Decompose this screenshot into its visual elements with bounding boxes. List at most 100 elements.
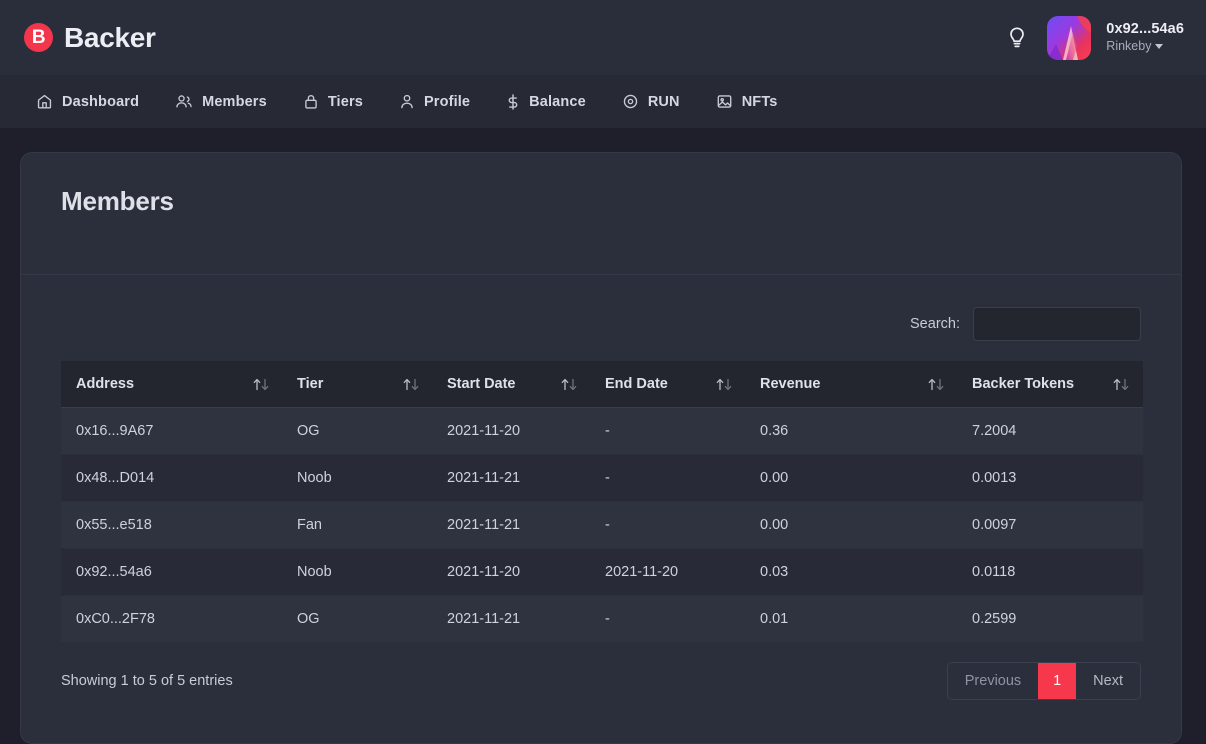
nav-item-run[interactable]: RUN: [604, 75, 698, 128]
table-body: 0x16...9A67 OG 2021-11-20 - 0.36 7.2004 …: [61, 407, 1143, 643]
sort-icon: [1113, 378, 1129, 391]
card-body: Search: Address Tier Start Date End Date…: [21, 275, 1181, 700]
cell-backer-tokens: 7.2004: [972, 423, 1017, 439]
cell-address: 0x92...54a6: [76, 564, 152, 580]
cell-revenue: 0.00: [760, 470, 789, 486]
cell-backer-tokens: 0.2599: [972, 611, 1017, 627]
cell-tier: Noob: [297, 564, 332, 580]
nav-label: Dashboard: [62, 93, 140, 110]
pagination: Previous 1 Next: [946, 662, 1141, 700]
card-header: Members: [21, 153, 1181, 275]
cell-address: 0x48...D014: [76, 470, 155, 486]
home-icon: [36, 93, 53, 110]
cell-address: 0x16...9A67: [76, 423, 154, 439]
column-header-address[interactable]: Address: [61, 361, 283, 408]
dollar-icon: [506, 93, 520, 111]
table-row[interactable]: 0x55...e518 Fan 2021-11-21 - 0.00 0.0097: [61, 501, 1143, 549]
cell-address: 0x55...e518: [76, 517, 152, 533]
column-header-revenue[interactable]: Revenue: [746, 361, 958, 408]
column-header-tier[interactable]: Tier: [283, 361, 433, 408]
search-input[interactable]: [973, 307, 1141, 341]
cell-tier: Fan: [297, 517, 322, 533]
table-row[interactable]: 0x48...D014 Noob 2021-11-21 - 0.00 0.001…: [61, 454, 1143, 502]
nav-label: Balance: [529, 93, 586, 110]
search-row: Search:: [61, 293, 1141, 361]
cell-start-date: 2021-11-20: [447, 564, 521, 580]
cell-backer-tokens: 0.0097: [972, 517, 1017, 533]
nav-item-members[interactable]: Members: [157, 75, 285, 128]
lightbulb-icon[interactable]: [1002, 23, 1032, 53]
column-label: Revenue: [760, 376, 821, 392]
account-info[interactable]: 0x92...54a6 Rinkeby: [1106, 20, 1184, 55]
nav-item-profile[interactable]: Profile: [381, 75, 488, 128]
column-label: Tier: [297, 376, 324, 392]
column-header-start-date[interactable]: Start Date: [433, 361, 591, 408]
header-right-group: 0x92...54a6 Rinkeby: [1002, 15, 1184, 60]
cell-end-date: -: [605, 517, 610, 533]
users-icon: [175, 93, 193, 110]
pagination-next-button[interactable]: Next: [1076, 663, 1140, 699]
cell-start-date: 2021-11-21: [447, 517, 521, 533]
account-network[interactable]: Rinkeby: [1106, 39, 1184, 55]
cell-revenue: 0.01: [760, 611, 789, 627]
cell-revenue: 0.36: [760, 423, 789, 439]
table-header-row: Address Tier Start Date End Date Revenue…: [61, 361, 1143, 408]
cell-tier: OG: [297, 423, 320, 439]
entries-info: Showing 1 to 5 of 5 entries: [61, 673, 233, 689]
table-row[interactable]: 0x92...54a6 Noob 2021-11-20 2021-11-20 0…: [61, 548, 1143, 596]
search-label: Search:: [910, 316, 960, 332]
cell-backer-tokens: 0.0118: [972, 564, 1016, 580]
nav-item-dashboard[interactable]: Dashboard: [18, 75, 157, 128]
top-header: B Backer 0x92...54a6 Rinkeby: [0, 0, 1206, 75]
target-icon: [622, 93, 639, 110]
cell-address: 0xC0...2F78: [76, 611, 155, 627]
avatar[interactable]: [1047, 15, 1092, 60]
pagination-previous-button[interactable]: Previous: [948, 663, 1038, 699]
page-content: Members Search: Address Tier Start Date …: [0, 128, 1206, 744]
members-card: Members Search: Address Tier Start Date …: [20, 152, 1182, 744]
cell-end-date: -: [605, 611, 610, 627]
cell-backer-tokens: 0.0013: [972, 470, 1017, 486]
nav-label: RUN: [647, 93, 680, 110]
cell-tier: OG: [297, 611, 320, 627]
chevron-down-icon: [1155, 44, 1164, 50]
column-label: Address: [76, 376, 135, 392]
cell-start-date: 2021-11-20: [447, 423, 521, 439]
table-row[interactable]: 0x16...9A67 OG 2021-11-20 - 0.36 7.2004: [61, 407, 1143, 455]
column-label: End Date: [605, 376, 668, 392]
table-header: Address Tier Start Date End Date Revenue…: [61, 361, 1143, 408]
main-navigation: Dashboard Members Tiers Profile Balance …: [0, 75, 1206, 128]
brand-logo[interactable]: B Backer: [24, 22, 156, 54]
network-label: Rinkeby: [1106, 39, 1152, 54]
sort-icon: [716, 378, 732, 391]
cell-start-date: 2021-11-21: [447, 611, 521, 627]
nav-label: Profile: [423, 93, 471, 110]
cell-end-date: 2021-11-20: [605, 564, 679, 580]
column-label: Start Date: [447, 376, 516, 392]
cell-end-date: -: [605, 423, 610, 439]
pagination-page-1-button[interactable]: 1: [1038, 663, 1077, 699]
nav-item-tiers[interactable]: Tiers: [285, 75, 381, 128]
account-address: 0x92...54a6: [1106, 21, 1184, 38]
nav-label: NFTs: [741, 93, 778, 110]
backer-logo-icon: B: [24, 23, 53, 52]
column-header-end-date[interactable]: End Date: [591, 361, 746, 408]
cell-revenue: 0.00: [760, 517, 789, 533]
column-label: Backer Tokens: [972, 376, 1075, 392]
image-icon: [716, 93, 733, 110]
brand-name: Backer: [64, 21, 156, 53]
nav-label: Members: [202, 93, 267, 110]
sort-icon: [928, 378, 944, 391]
table-row[interactable]: 0xC0...2F78 OG 2021-11-21 - 0.01 0.2599: [61, 595, 1143, 643]
lock-icon: [303, 93, 319, 110]
sort-icon: [561, 378, 577, 391]
cell-end-date: -: [605, 470, 610, 486]
cell-start-date: 2021-11-21: [447, 470, 521, 486]
user-icon: [399, 93, 415, 110]
nav-item-nfts[interactable]: NFTs: [698, 75, 796, 128]
column-header-backer-tokens[interactable]: Backer Tokens: [958, 361, 1143, 408]
table-footer: Showing 1 to 5 of 5 entries Previous 1 N…: [61, 643, 1141, 700]
page-title: Members: [61, 186, 174, 216]
cell-revenue: 0.03: [760, 564, 789, 580]
nav-item-balance[interactable]: Balance: [488, 75, 604, 128]
